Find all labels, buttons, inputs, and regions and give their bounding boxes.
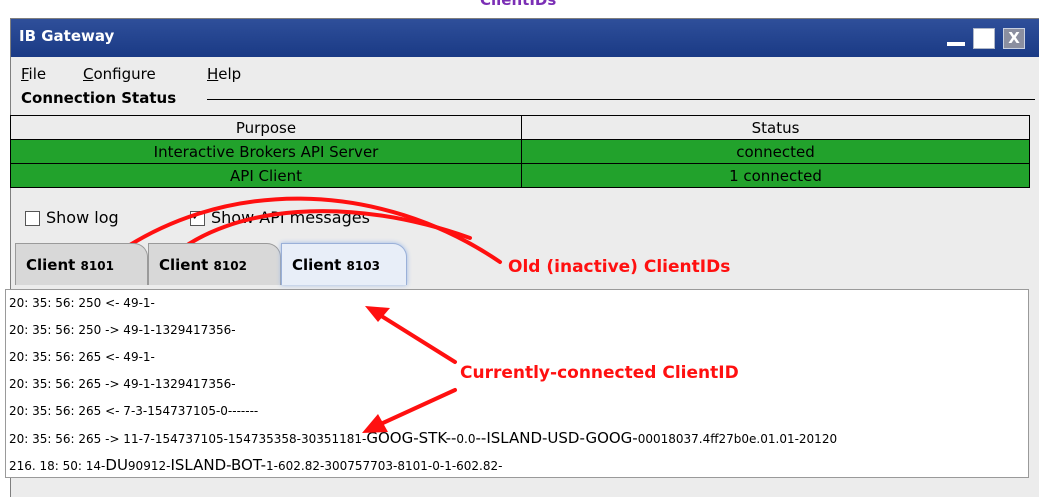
column-purpose: Purpose	[10, 115, 522, 140]
show-log-option[interactable]: Show log	[25, 208, 119, 227]
table-row: API Client 1 connected	[10, 163, 1030, 188]
show-api-messages-checkbox[interactable]	[190, 208, 205, 226]
table-row: Interactive Brokers API Server connected	[10, 139, 1030, 164]
log-line: 20: 35: 56: 265 <- 7-3-154737105-0------…	[9, 404, 259, 418]
tab-client-8101[interactable]: Client 8101	[15, 243, 148, 285]
minimize-button[interactable]	[945, 28, 967, 49]
section-divider	[207, 99, 1035, 100]
menu-file[interactable]: File	[21, 65, 46, 83]
row-purpose: API Client	[10, 163, 522, 188]
row-status: 1 connected	[521, 163, 1030, 188]
show-log-checkbox[interactable]	[25, 211, 40, 226]
show-api-messages-option[interactable]: Show API messages	[190, 208, 370, 227]
annotation-old-clients: Old (inactive) ClientIDs	[508, 257, 731, 277]
window-title: IB Gateway	[19, 27, 115, 45]
show-log-label: Show log	[46, 208, 119, 227]
top-caption-strip: ClientIDs	[0, 0, 1039, 18]
log-line: 216. 18: 50: 14-DU90912-ISLAND-BOT-1-602…	[9, 456, 503, 474]
close-button[interactable]: X	[1003, 28, 1025, 49]
maximize-button[interactable]	[973, 28, 995, 49]
log-line: 20: 35: 56: 265 -> 11-7-154737105-154735…	[9, 429, 838, 447]
column-status: Status	[521, 115, 1030, 140]
log-line: 20: 35: 56: 250 <- 49-1-	[9, 296, 155, 310]
annotation-current-client: Currently-connected ClientID	[460, 363, 739, 383]
log-line: 20: 35: 56: 265 <- 49-1-	[9, 350, 155, 364]
connection-status-heading: Connection Status	[21, 89, 177, 107]
row-status: connected	[521, 139, 1030, 164]
connection-status-table: Purpose Status Interactive Brokers API S…	[10, 115, 1030, 188]
show-api-messages-label: Show API messages	[211, 208, 370, 227]
menu-help[interactable]: Help	[207, 65, 241, 83]
tab-client-8102[interactable]: Client 8102	[148, 243, 281, 285]
log-line: 20: 35: 56: 265 -> 49-1-1329417356-	[9, 377, 236, 391]
row-purpose: Interactive Brokers API Server	[10, 139, 522, 164]
log-line: 20: 35: 56: 250 -> 49-1-1329417356-	[9, 323, 236, 337]
menu-bar: File Configure Help	[11, 57, 1039, 89]
top-caption: ClientIDs	[480, 0, 557, 9]
tab-client-8103[interactable]: Client 8103	[281, 243, 407, 285]
menu-configure[interactable]: Configure	[83, 65, 156, 83]
api-message-log[interactable]: 20: 35: 56: 250 <- 49-1- 20: 35: 56: 250…	[5, 289, 1029, 478]
title-bar[interactable]: IB Gateway X	[11, 19, 1039, 57]
